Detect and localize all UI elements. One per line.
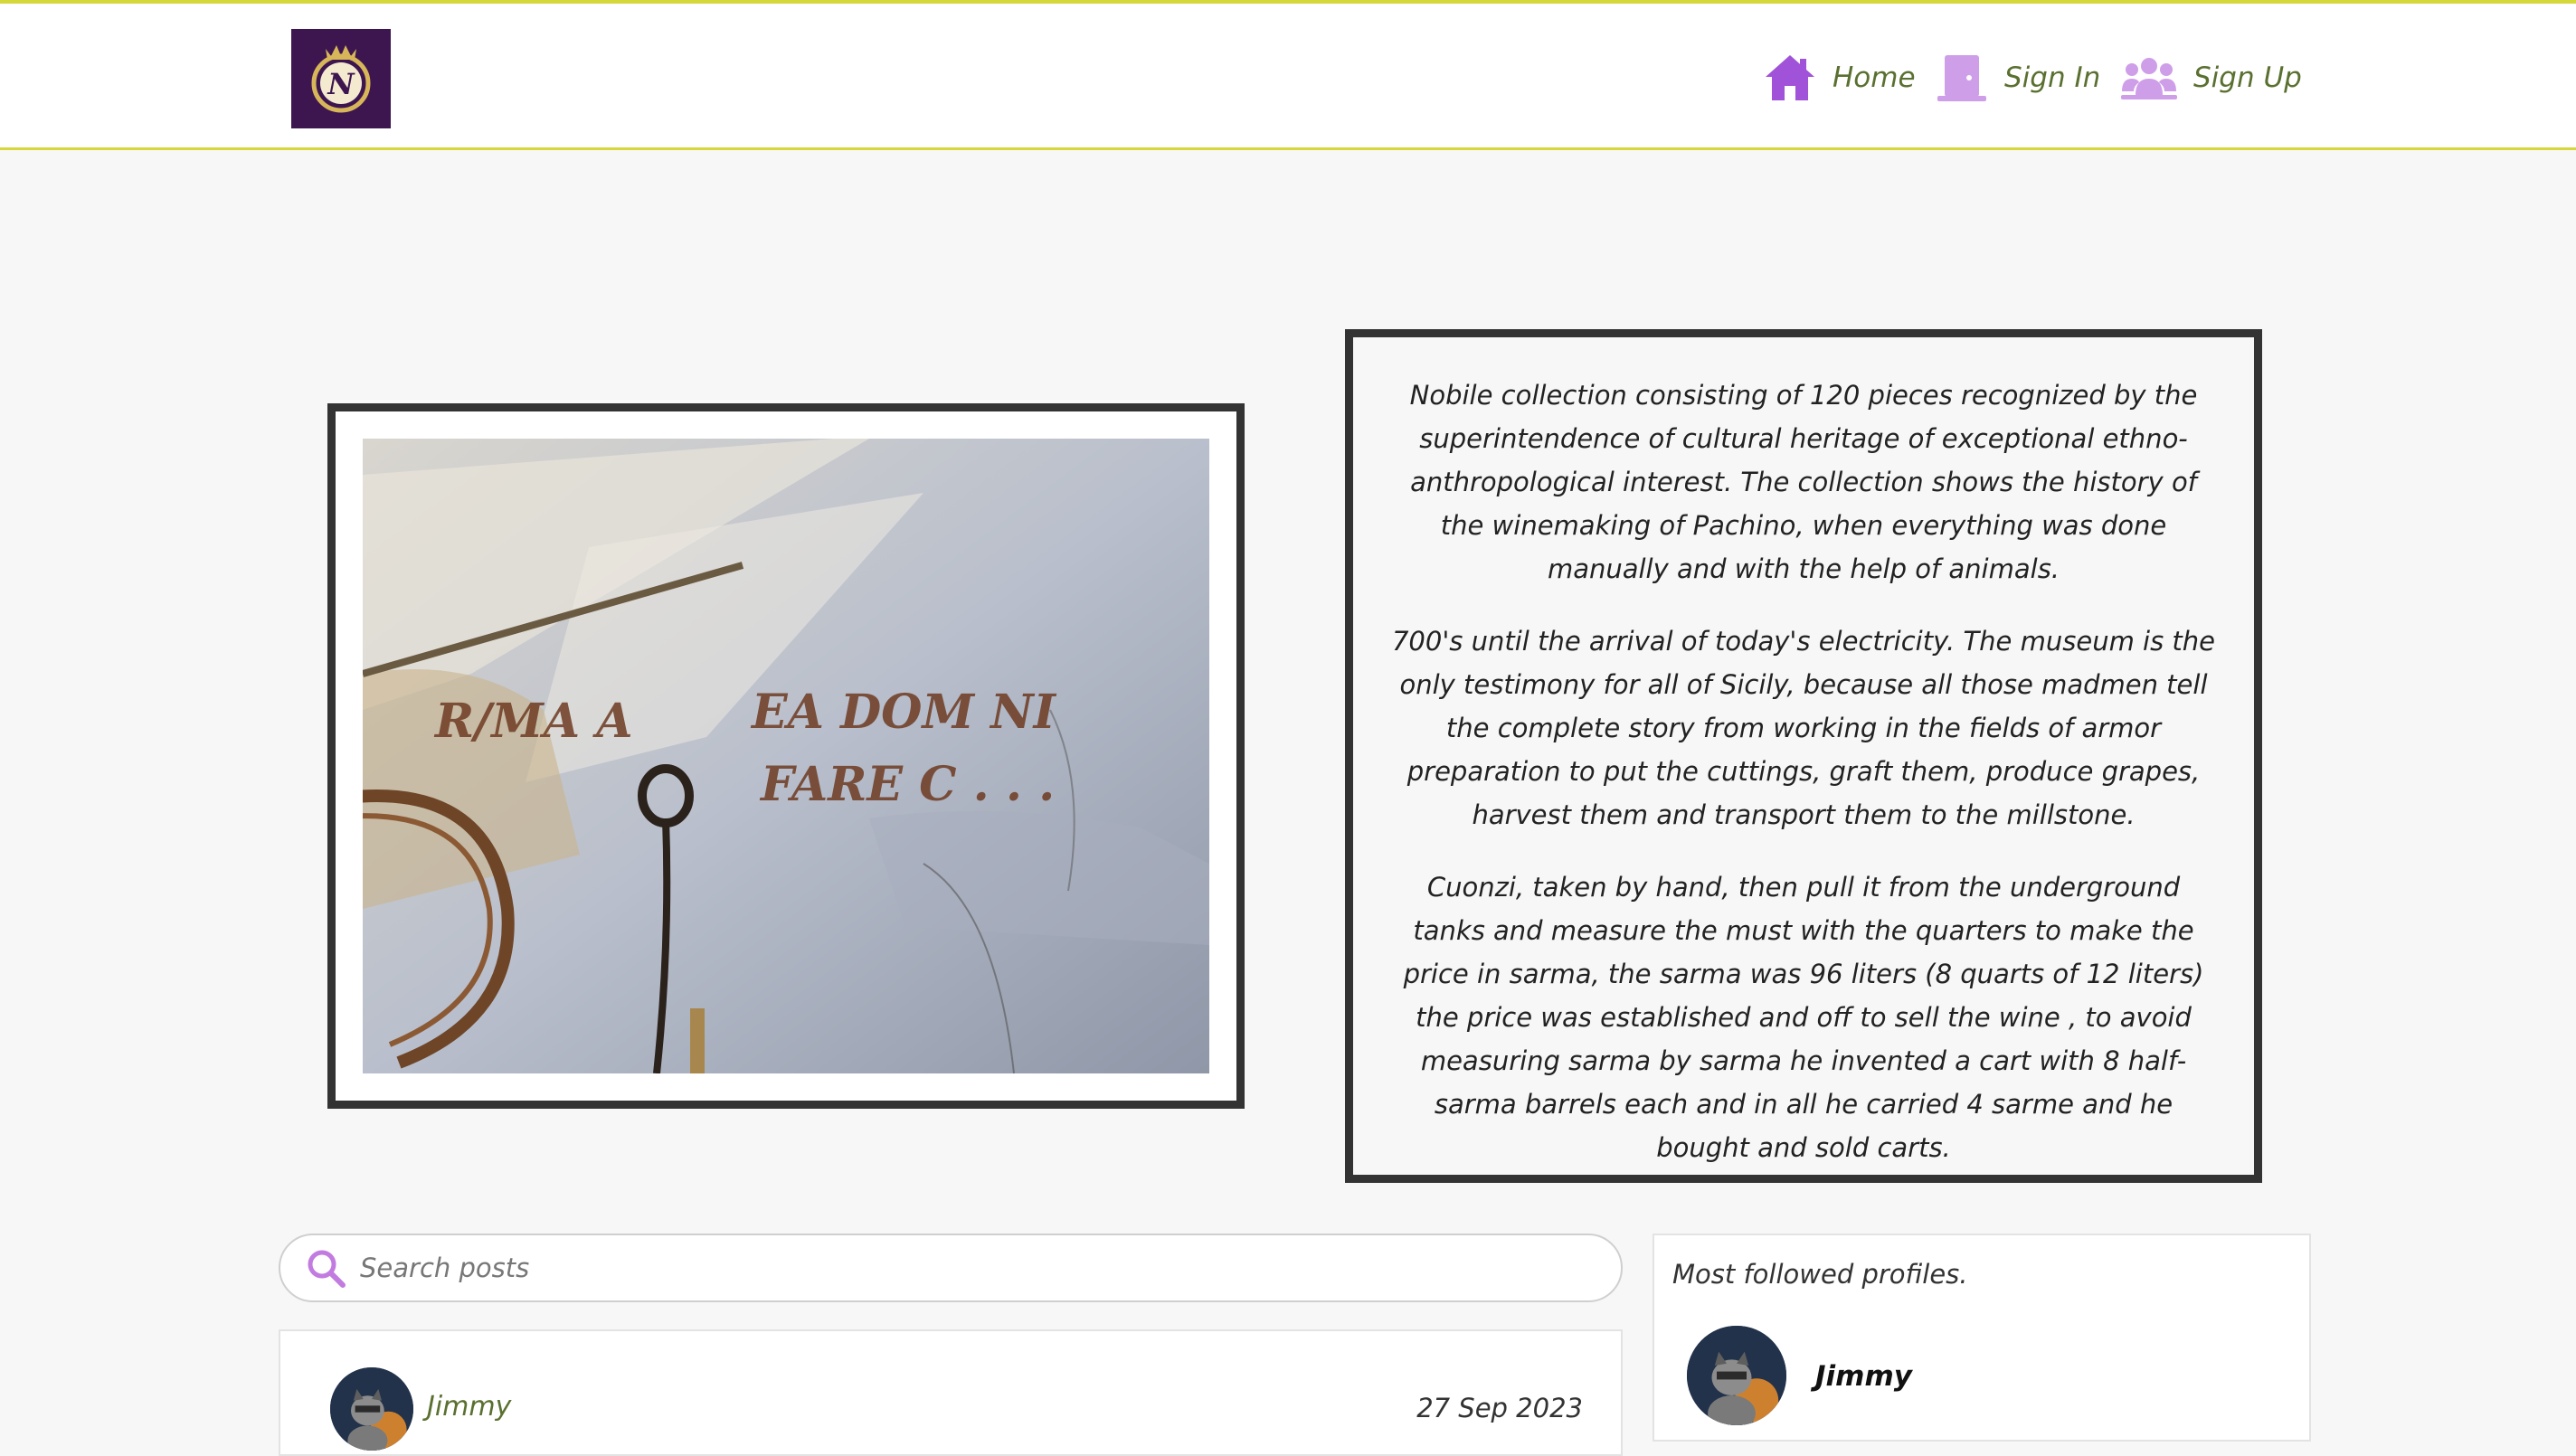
raccoon-avatar-icon <box>330 1367 413 1451</box>
post-author-link[interactable]: Jimmy <box>427 1391 511 1423</box>
search-icon <box>308 1250 346 1288</box>
navbar: N Home Sign In Sign Up <box>0 0 2576 150</box>
post-date: 27 Sep 2023 <box>1416 1393 1583 1423</box>
hero-image-frame: R/MA A EA DOM NI FARE C . . . <box>327 403 1245 1109</box>
avatar[interactable] <box>1687 1326 1786 1425</box>
search-bar[interactable] <box>279 1234 1623 1302</box>
hero-description-box: Nobile collection consisting of 120 piec… <box>1345 329 2262 1183</box>
svg-text:R/MA A: R/MA A <box>433 694 633 749</box>
nav-signup-link[interactable]: Sign Up <box>2121 51 2302 105</box>
site-logo[interactable]: N <box>291 29 391 128</box>
hero-paragraph: Cuonzi, taken by hand, then pull it from… <box>1403 872 2204 1163</box>
profile-name-link[interactable]: Jimmy <box>1815 1360 1912 1393</box>
search-input[interactable] <box>358 1252 1538 1284</box>
post-card[interactable]: Jimmy 27 Sep 2023 <box>279 1329 1623 1456</box>
nav-signin-label: Sign In <box>2004 61 2101 94</box>
hero-photo: R/MA A EA DOM NI FARE C . . . <box>363 439 1209 1073</box>
wall-photo-illustration: R/MA A EA DOM NI FARE C . . . <box>363 439 1209 1073</box>
nav-signin-link[interactable]: Sign In <box>1936 51 2100 105</box>
svg-text:FARE C . . .: FARE C . . . <box>759 757 1055 812</box>
door-icon <box>1937 55 1986 101</box>
most-followed-title: Most followed profiles. <box>1672 1259 1968 1290</box>
raccoon-avatar-icon <box>1687 1326 1786 1425</box>
avatar[interactable] <box>330 1367 413 1451</box>
home-icon <box>1766 55 1814 100</box>
users-icon <box>2121 58 2177 99</box>
svg-text:N: N <box>327 67 355 101</box>
nav-home-link[interactable]: Home <box>1764 51 1916 105</box>
svg-text:EA DOM NI: EA DOM NI <box>750 685 1057 740</box>
most-followed-panel: Most followed profiles. Jimmy <box>1653 1234 2311 1442</box>
hero-paragraph: Nobile collection consisting of 120 piec… <box>1409 380 2198 584</box>
logo-emblem-icon: N <box>291 29 391 128</box>
nav-signup-label: Sign Up <box>2193 61 2302 94</box>
hero-paragraph: 700's until the arrival of today's elect… <box>1391 626 2216 830</box>
nav-home-label: Home <box>1833 61 1916 94</box>
